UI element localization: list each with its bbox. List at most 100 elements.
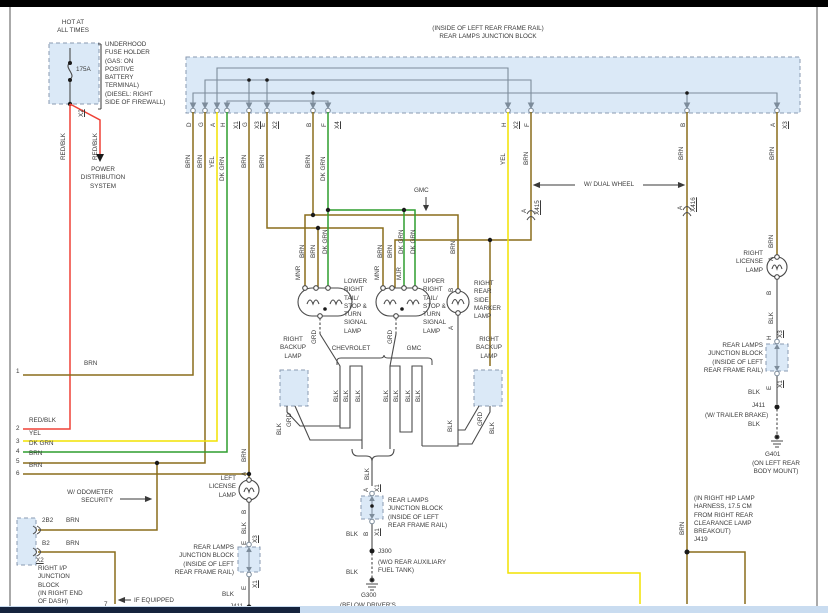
label-fuse-rating: 175A [76, 66, 91, 74]
label-rchain-blk-1: BLK [748, 389, 760, 397]
label-cblock-pin-a: A [363, 488, 371, 492]
label-tick-6-color: BRN [29, 462, 42, 470]
label-rlic-pin-b: B [766, 291, 774, 295]
label-pin-g: G [198, 122, 206, 127]
label-marker-color-brn: BRN [450, 241, 458, 254]
label-conn-x3b: X3 [782, 121, 790, 129]
label-tick-5: 5 [16, 458, 20, 466]
label-gmc-group: GMC [407, 345, 422, 353]
label-cchain-blk-2: BLK [346, 569, 358, 577]
label-backupR-blk: BLK [489, 422, 497, 434]
label-x416-pin-a: A [677, 206, 685, 210]
label-lchain-blk: BLK [222, 591, 234, 599]
label-llic-color-brn: BRN [241, 449, 249, 462]
label-if-equipped-note: IF EQUIPPED [134, 597, 174, 605]
label-marker-pin-a: A [448, 326, 456, 330]
label-backupR-grd: GRD [477, 412, 485, 426]
label-dual-wheel-note: W/ DUAL WHEEL [584, 181, 634, 189]
label-pin-a2: A [770, 123, 778, 127]
label-ground-g300: G300 [361, 592, 376, 600]
label-rblock-conn-x1: X1 [777, 380, 785, 388]
label-color-brn-4: BRN [259, 155, 267, 168]
label-pin-f2: F [524, 123, 532, 127]
label-odometer-security-note: W/ ODOMETER SECURITY [67, 489, 113, 506]
label-lamp2-color-brn1: BRN [377, 245, 385, 258]
label-pin-x2-fuse: X2 [78, 109, 86, 117]
label-color-brn-7: BRN [678, 147, 686, 160]
label-lblock-conn-x1: X1 [252, 580, 260, 588]
label-j300-note: (W/O REAR AUXILIARY FUEL TANK) [378, 559, 446, 576]
label-j411-note: (W/ TRAILER BRAKE) [705, 412, 768, 420]
label-tick-5-color: BRN [29, 450, 42, 458]
label-tick-1: 1 [16, 368, 20, 376]
label-tick-1-color: BRN [84, 360, 97, 368]
label-backupL-blk: BLK [276, 423, 284, 435]
label-blk-v2: BLK [343, 390, 351, 402]
label-pin-e: E [260, 123, 268, 127]
label-ip-junction-block-note: RIGHT I/P JUNCTION BLOCK (IN RIGHT END O… [38, 565, 83, 606]
label-j419-color-brn: BRN [679, 522, 687, 535]
wiring-diagram-page: HOT AT ALL TIMES 175A UNDERHOOD FUSE HOLDE… [0, 0, 828, 613]
label-hot-at-all-times: HOT AT ALL TIMES [57, 19, 89, 36]
label-blk-v1: BLK [333, 390, 341, 402]
label-lamp2-pin-mnr: MNR [374, 266, 382, 280]
label-cchain-blk-1: BLK [346, 531, 358, 539]
label-color-yel-2: YEL [500, 153, 508, 165]
label-right-backup-lamp-left: RIGHT BACKUP LAMP [280, 336, 306, 361]
label-blk-v6: BLK [405, 390, 413, 402]
window-bottom-strip-dark [0, 607, 300, 613]
label-backupL-grd: GRD [286, 413, 294, 427]
label-lblock-conn-x3: X3 [252, 535, 260, 543]
label-color-brn-3: BRN [241, 155, 249, 168]
label-color-2b2: BRN [66, 517, 79, 525]
label-wire-redblk-right: RED/BLK [92, 133, 100, 160]
label-tick-4: 4 [16, 448, 20, 456]
label-color-brn-8: BRN [769, 147, 777, 160]
label-tick-4-color: DK GRN [29, 440, 54, 448]
label-splice-j300: J300 [378, 548, 392, 556]
label-color-brn-5: BRN [305, 155, 313, 168]
label-llic-pin-b: B [241, 510, 249, 514]
label-pin-b: B [306, 123, 314, 127]
label-lamp2-pin-mjr: MJR [396, 267, 404, 280]
label-rlic-pin-a: A [768, 257, 776, 261]
label-lamp1-color-grn: DK GRN [322, 230, 330, 255]
label-lamp1-color-brn1: BRN [299, 245, 307, 258]
label-color-dkgrn-1: DK GRN [219, 157, 227, 182]
label-lblock-pin-e1: E [241, 541, 249, 545]
label-cblock-conn-x1a: X1 [374, 484, 382, 492]
label-blk-v4: BLK [383, 390, 391, 402]
label-tick-2: 2 [16, 425, 20, 433]
label-lamp2-color-grn1: DK GRN [398, 230, 406, 255]
label-lblock-pin-e2: E [241, 586, 249, 590]
label-blk-v3: BLK [355, 390, 363, 402]
label-marker-color-blk: BLK [447, 420, 455, 432]
label-lamp1-color-brn2: BRN [310, 245, 318, 258]
label-marker-pin-b: B [448, 288, 456, 292]
label-lamp2-color-brn2: BRN [387, 245, 395, 258]
label-lower-right-tail-lamp: LOWER RIGHT TAIL/ STOP & TURN SIGNAL LAM… [344, 278, 367, 336]
label-center-block-note: REAR LAMPS JUNCTION BLOCK (INSIDE OF LEF… [388, 497, 447, 530]
label-rblock-conn-x3: X3 [777, 330, 785, 338]
label-color-b2: BRN [66, 540, 79, 548]
label-color-brn-6: BRN [523, 152, 531, 165]
label-rblock-pin-e: E [766, 386, 774, 390]
label-pin-h2: H [501, 122, 509, 127]
label-lamp1-grd: GRD [311, 330, 319, 344]
label-color-yel-1: YEL [209, 156, 217, 168]
label-layer: HOT AT ALL TIMES 175A UNDERHOOD FUSE HOLDE… [0, 0, 828, 613]
label-rchain-blk-2: BLK [748, 421, 760, 429]
label-fuse-holder-note: UNDERHOOD FUSE HOLDER (GAS: ON POSITIVE … [105, 41, 165, 107]
label-left-license-lamp: LEFT LICENSE LAMP [209, 475, 236, 500]
label-pin-a: A [210, 123, 218, 127]
label-llic-pin-a: A [241, 472, 249, 476]
label-pin-g2: G [242, 122, 250, 127]
label-conn-x2: X2 [272, 121, 280, 129]
label-color-brn-2: BRN [197, 155, 205, 168]
label-conn-x2b: X2 [513, 121, 521, 129]
label-rlic-color-brn: BRN [768, 235, 776, 248]
label-conn-x415: X415 [534, 200, 542, 215]
label-blk-v7: BLK [415, 390, 423, 402]
label-tick-2-color: RED/BLK [29, 417, 56, 425]
label-cblock-pin-b: B [363, 532, 371, 536]
